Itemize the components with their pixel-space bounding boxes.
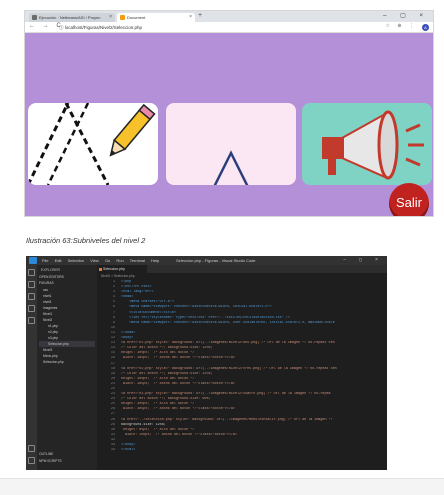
explorer-panel: EXPLORER OPEN EDITORS FIGURAS css nivel1… [37,265,97,470]
level-card-2[interactable] [166,103,296,185]
code-text: <head> [121,295,134,300]
code-text: <title>Document</title> [121,310,176,315]
code-text: width: 285px; /* Ancho del botón */"clas… [121,356,235,361]
code-text: <meta name="viewport" content="width=dev… [121,320,335,325]
cut-lines-pencil-icon [28,103,156,185]
triangle-shape-icon [213,150,249,185]
browser-tab-1[interactable]: Ejecución · Netbeans/ASI / Proyec × [29,13,115,22]
menu-run[interactable]: Run [116,258,123,263]
vscode-window-title: Seleccion.php - Figuras - Visual Studio … [176,258,256,263]
browser-tab-2[interactable]: Document × [117,13,195,22]
menu-help[interactable]: Help [151,258,159,263]
code-text: </html> [121,448,136,453]
gear-icon[interactable] [28,457,35,464]
editor-tab-label: Seleccion.php [103,267,125,271]
figure-caption: Ilustración 63:Subniveles del nivel 2 [26,236,146,245]
code-editor[interactable]: Seleccion.php Nivel2 > Seleccion.php 1 <?… [97,265,387,470]
code-text: <html lang="en"> [121,290,154,295]
menu-selection[interactable]: Selection [68,258,84,263]
editor-tab-active[interactable]: Seleccion.php [97,265,147,273]
tab-favicon-icon [32,15,37,20]
code-text: <a href="n1.php" style=" background: url… [121,341,335,346]
tab-close-icon[interactable]: × [109,13,112,22]
vscode-title-bar: File Edit Selection View Go Run Terminal… [26,256,387,265]
extensions-icon[interactable] [28,317,35,324]
line-number: 34 [110,448,115,453]
breadcrumb[interactable]: Nivel2 > Seleccion.php [101,274,135,278]
code-text: <!DOCTYPE html> [121,285,152,290]
page-content: Salir [25,33,433,216]
run-debug-icon[interactable] [28,305,35,312]
bottom-strip [0,478,444,495]
code-text: height: 300px; /* Alto del botón */ [121,402,195,407]
menu-view[interactable]: View [90,258,99,263]
vscode-logo-icon [29,257,37,264]
menu-file[interactable]: File [42,258,48,263]
menu-terminal[interactable]: Terminal [130,258,145,263]
code-text: </body> [121,443,136,447]
code-text: height: 85px; /* Alto del botón */ [121,427,195,432]
project-section[interactable]: FIGURAS [39,280,95,286]
code-text: <a href="n3.php" style=" background: url… [121,392,331,397]
code-text: background-size: 125%; [121,422,166,427]
code-text: <link rel="stylesheet" type="text/css" h… [121,315,290,320]
level-card-3[interactable] [302,103,432,185]
vscode-menu: File Edit Selection View Go Run Terminal… [42,256,164,265]
tab-favicon-icon [120,15,125,20]
browser-screenshot: Ejecución · Netbeans/ASI / Proyec × Docu… [24,10,434,217]
menu-go[interactable]: Go [105,258,110,263]
url-field[interactable]: ⓘ localhost/Figuras/Nivel2/Seleccion.php [59,24,142,31]
editor-tab-bar: Seleccion.php [97,265,387,273]
tree-item[interactable]: Seleccion.php [39,359,95,365]
menu-edit[interactable]: Edit [55,258,62,263]
code-line[interactable]: 34 </html> [97,448,387,453]
code-text: <meta charset="UTF-8"> [121,300,174,305]
npm-scripts-section[interactable]: NPM SCRIPTS [39,458,95,464]
code-text: width: 285px; /* Ancho del botón */"clas… [121,407,235,412]
source-control-icon[interactable] [28,293,35,300]
file-tree: css nivel1 nivel1 imagenes Nivel1 Nivel2… [39,287,95,365]
new-tab-button[interactable]: + [198,12,202,19]
code-text: <body> [121,336,134,341]
code-text: <?php [121,280,132,284]
code-text: width: 285px; /* Ancho del botón */"clas… [121,381,235,386]
salir-button[interactable]: Salir [389,183,429,216]
code-text: /* Color del botón */; background-size: … [121,346,213,351]
explorer-title: EXPLORER [41,268,61,272]
code-text: </head> [121,330,136,335]
level-card-1[interactable] [28,103,158,185]
code-lines: 1 <?php 2 <!DOCTYPE html> 3 <html lang="en"> 4… [97,280,387,453]
code-text: <a href="n2.php" style=" background: url… [121,366,337,371]
toolbar-icons[interactable]: ☆ ⊕ ⋮ [386,23,417,29]
vscode-window-controls[interactable]: – ▢ × [343,256,383,265]
tab-label: Document [127,15,146,20]
window-controls[interactable]: – ▢ × [383,12,429,19]
vscode-screenshot: File Edit Selection View Go Run Terminal… [26,256,387,470]
search-icon[interactable] [28,281,35,288]
browser-tab-bar: Ejecución · Netbeans/ASI / Proyec × Docu… [25,11,433,22]
code-text: height: 300px; /* Alto del botón */ [121,351,195,356]
code-text: /* Color del botón */; background-size: … [121,397,211,402]
document-page: Ejecución · Netbeans/ASI / Proyec × Docu… [0,0,444,495]
outline-section[interactable]: OUTLINE [39,451,95,457]
megaphone-icon [322,110,424,180]
account-icon[interactable] [28,445,35,452]
tab-label: Ejecución · Netbeans/ASI / Proyec [39,15,101,20]
code-text: height: 300px; /* Alto del botón */ [121,376,195,381]
php-file-icon [99,268,102,271]
code-text: width: 100px; /* Ancho del botón */"clas… [121,432,237,437]
code-text: <meta name="viewport" content="width=dev… [121,305,272,310]
code-text: /* Color del botón */; background-size: … [121,371,213,376]
address-bar: ← → C ⓘ localhost/Figuras/Nivel2/Selecci… [25,22,433,33]
explorer-icon[interactable] [28,269,35,276]
code-text: <a href="../Seleccion.php" style=" backg… [121,417,333,422]
tab-close-icon[interactable]: × [189,13,192,22]
activity-bar [26,265,37,470]
profile-avatar[interactable]: A [422,24,429,31]
